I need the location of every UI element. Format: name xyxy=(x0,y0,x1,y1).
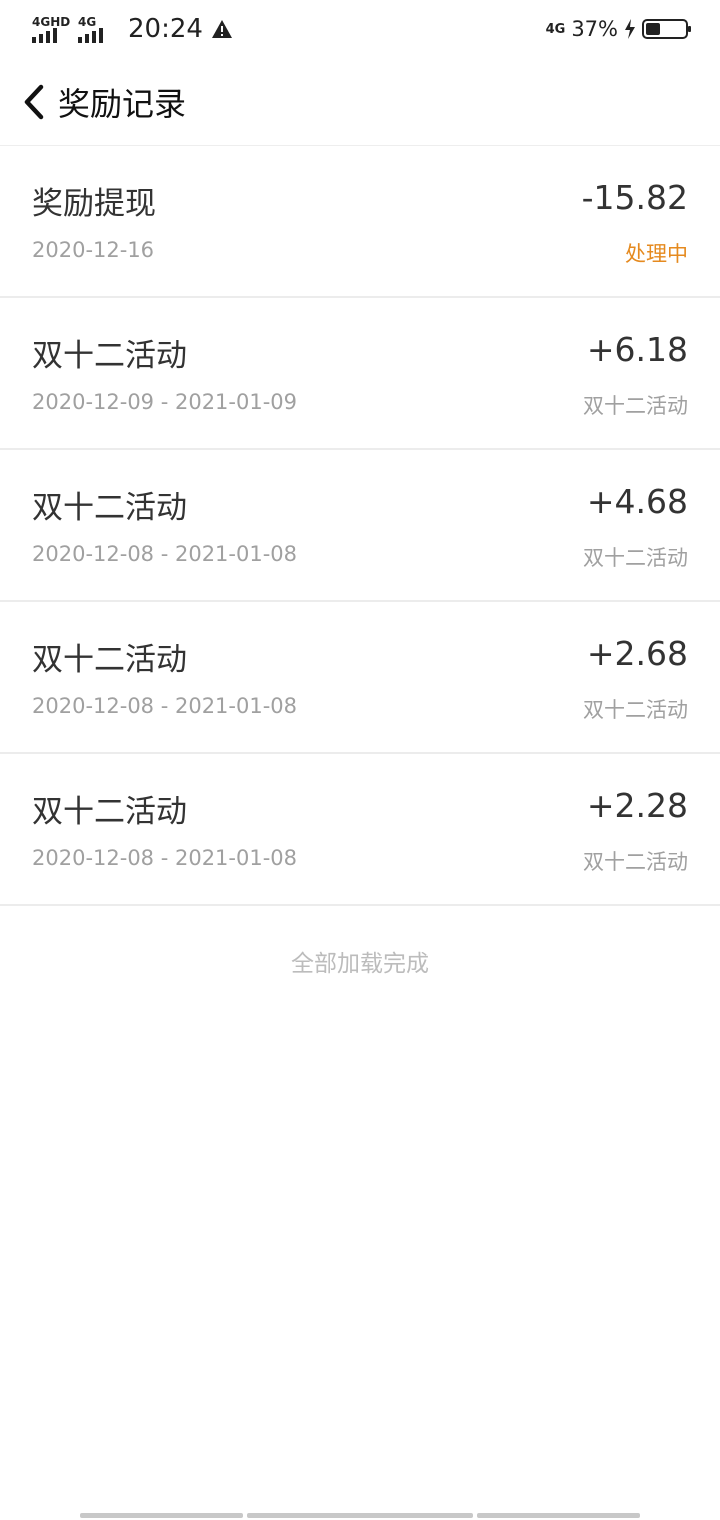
battery-icon xyxy=(642,19,691,39)
record-tag: 双十二活动 xyxy=(583,394,688,418)
status-left: 4GHD 4G 20:24 xyxy=(32,14,233,44)
record-amount: -15.82 xyxy=(581,178,688,217)
list-item[interactable]: 双十二活动 +2.28 2020-12-08 - 2021-01-08 双十二活… xyxy=(0,754,720,906)
reward-records-list: 奖励提现 -15.82 2020-12-16 处理中 双十二活动 +6.18 2… xyxy=(0,146,720,906)
record-amount: +6.18 xyxy=(586,330,688,369)
page-title: 奖励记录 xyxy=(58,84,187,123)
list-item[interactable]: 双十二活动 +6.18 2020-12-09 - 2021-01-09 双十二活… xyxy=(0,298,720,450)
nav-indicator-left[interactable] xyxy=(80,1513,243,1518)
nav-indicator-right[interactable] xyxy=(477,1513,640,1518)
record-name: 双十二活动 xyxy=(32,490,187,526)
clock-time: 20:24 xyxy=(128,14,203,44)
back-button[interactable] xyxy=(18,82,50,122)
record-tag: 双十二活动 xyxy=(583,546,688,570)
status-right: 4G 37% xyxy=(545,17,691,41)
charging-icon xyxy=(625,19,635,39)
record-date: 2020-12-09 - 2021-01-09 xyxy=(32,390,298,414)
list-item[interactable]: 奖励提现 -15.82 2020-12-16 处理中 xyxy=(0,146,720,298)
chevron-left-icon xyxy=(24,84,44,119)
status-badge: 处理中 xyxy=(625,242,688,266)
battery-fill xyxy=(646,23,661,35)
list-item[interactable]: 双十二活动 +4.68 2020-12-08 - 2021-01-08 双十二活… xyxy=(0,450,720,602)
record-tag: 双十二活动 xyxy=(583,698,688,722)
warning-icon xyxy=(211,20,232,38)
record-date: 2020-12-08 - 2021-01-08 xyxy=(32,542,298,566)
data-network-icon: 4G xyxy=(545,21,566,37)
status-bar: 4GHD 4G 20:24 4G 37% xyxy=(0,0,720,58)
record-amount: +2.28 xyxy=(586,786,688,825)
load-complete-text: 全部加载完成 xyxy=(291,951,429,977)
record-name: 双十二活动 xyxy=(32,642,187,678)
signal-4g-icon: 4G xyxy=(78,15,116,43)
list-item[interactable]: 双十二活动 +2.68 2020-12-08 - 2021-01-08 双十二活… xyxy=(0,602,720,754)
record-date: 2020-12-08 - 2021-01-08 xyxy=(32,694,298,718)
signal-label: 4GHD xyxy=(32,15,71,29)
record-date: 2020-12-16 xyxy=(32,238,155,262)
signal-label: 4G xyxy=(78,15,97,29)
record-amount: +2.68 xyxy=(586,634,688,673)
record-date: 2020-12-08 - 2021-01-08 xyxy=(32,846,298,870)
nav-indicator-center[interactable] xyxy=(247,1513,473,1518)
signal-4ghd-icon: 4GHD xyxy=(32,15,70,43)
record-name: 奖励提现 xyxy=(32,186,156,222)
record-name: 双十二活动 xyxy=(32,338,187,374)
page-header: 奖励记录 xyxy=(0,58,720,146)
record-name: 双十二活动 xyxy=(32,794,187,830)
record-amount: +4.68 xyxy=(586,482,688,521)
record-tag: 双十二活动 xyxy=(583,850,688,874)
battery-percent: 37% xyxy=(571,17,618,41)
